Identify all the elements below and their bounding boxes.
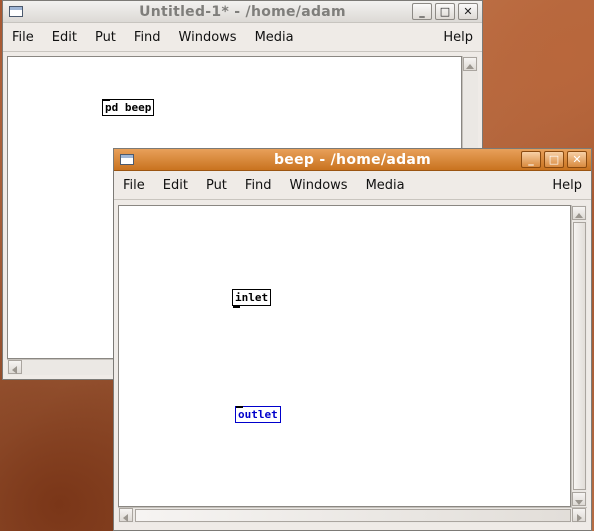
menu-media[interactable]: Media bbox=[357, 178, 414, 193]
horizontal-scroll-thumb[interactable] bbox=[135, 509, 571, 522]
inlet-object[interactable]: inlet bbox=[232, 289, 272, 306]
menu-windows[interactable]: Windows bbox=[170, 30, 246, 45]
menu-media[interactable]: Media bbox=[246, 30, 303, 45]
menu-find[interactable]: Find bbox=[236, 178, 281, 193]
menu-help[interactable]: Help bbox=[543, 178, 591, 193]
outlet-object[interactable]: outlet bbox=[235, 406, 281, 423]
close-button[interactable]: ✕ bbox=[458, 3, 478, 20]
beep-window[interactable]: beep - /home/adam _ □ ✕ File Edit Put Fi… bbox=[113, 148, 592, 531]
beep-titlebar[interactable]: beep - /home/adam _ □ ✕ bbox=[114, 149, 591, 171]
window-title: Untitled-1* - /home/adam bbox=[139, 3, 346, 20]
window-menu-icon[interactable] bbox=[120, 154, 134, 165]
menu-put[interactable]: Put bbox=[197, 178, 236, 193]
pd-beep-object[interactable]: pd beep bbox=[102, 99, 155, 116]
scroll-up-arrow-icon[interactable] bbox=[463, 57, 477, 71]
close-button[interactable]: ✕ bbox=[567, 151, 587, 168]
maximize-button[interactable]: □ bbox=[435, 3, 455, 20]
menu-file[interactable]: File bbox=[114, 178, 154, 193]
maximize-button[interactable]: □ bbox=[544, 151, 564, 168]
menu-put[interactable]: Put bbox=[86, 30, 125, 45]
untitled-menubar: File Edit Put Find Windows Media Help bbox=[3, 23, 482, 52]
menu-edit[interactable]: Edit bbox=[154, 178, 197, 193]
beep-horizontal-scrollbar[interactable] bbox=[118, 507, 587, 523]
menu-help[interactable]: Help bbox=[434, 30, 482, 45]
scroll-up-arrow-icon[interactable] bbox=[572, 206, 586, 220]
menu-edit[interactable]: Edit bbox=[43, 30, 86, 45]
menu-file[interactable]: File bbox=[3, 30, 43, 45]
window-title: beep - /home/adam bbox=[273, 151, 432, 168]
menu-find[interactable]: Find bbox=[125, 30, 170, 45]
inlet-object-outlet bbox=[233, 306, 240, 308]
minimize-button[interactable]: _ bbox=[521, 151, 541, 168]
outlet-object-inlet bbox=[236, 406, 243, 408]
minimize-button[interactable]: _ bbox=[412, 3, 432, 20]
scroll-down-arrow-icon[interactable] bbox=[572, 492, 586, 506]
untitled-titlebar[interactable]: Untitled-1* - /home/adam _ □ ✕ bbox=[3, 1, 482, 23]
window-menu-icon[interactable] bbox=[9, 6, 23, 17]
scroll-left-arrow-icon[interactable] bbox=[8, 360, 22, 374]
vertical-scroll-thumb[interactable] bbox=[573, 222, 586, 490]
beep-vertical-scrollbar[interactable] bbox=[571, 205, 587, 507]
beep-menubar: File Edit Put Find Windows Media Help bbox=[114, 171, 591, 200]
scroll-right-arrow-icon[interactable] bbox=[572, 508, 586, 522]
beep-canvas[interactable]: inlet outlet bbox=[118, 205, 571, 507]
pd-beep-inlet bbox=[103, 99, 110, 101]
menu-windows[interactable]: Windows bbox=[281, 178, 357, 193]
scroll-left-arrow-icon[interactable] bbox=[119, 508, 133, 522]
